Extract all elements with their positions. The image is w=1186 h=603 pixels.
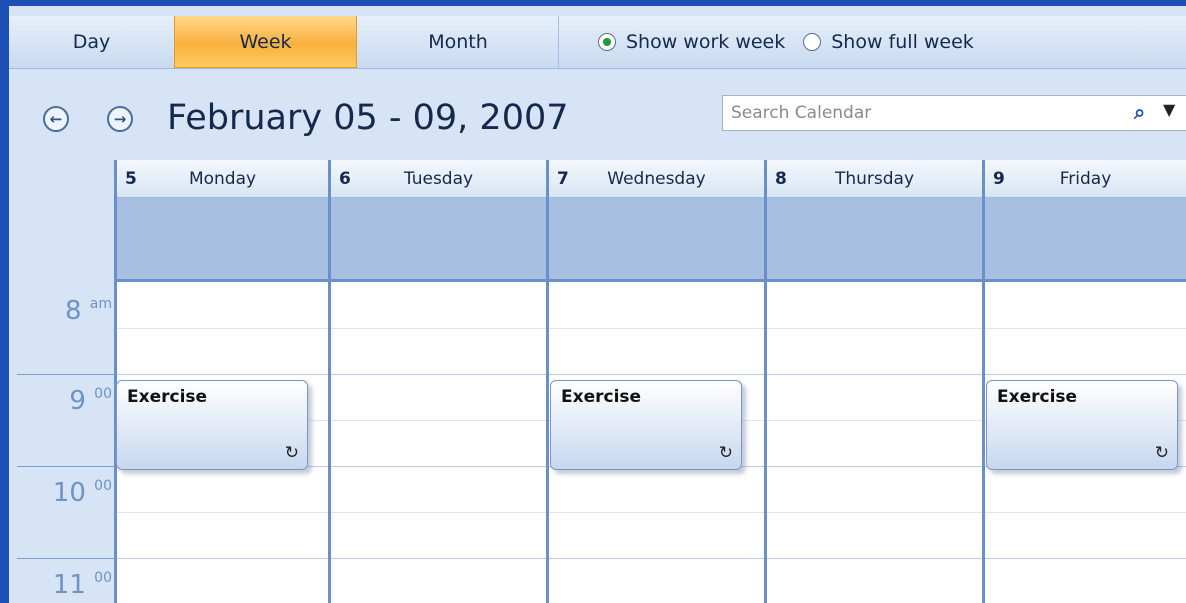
show-work-week-option[interactable]: Show work week: [598, 31, 785, 53]
appointment-subject: Exercise: [561, 387, 642, 407]
chevron-down-icon[interactable]: ▼: [1163, 100, 1175, 119]
show-full-week-label: Show full week: [831, 31, 974, 53]
radio-unselected-icon[interactable]: [803, 33, 822, 51]
appointment-subject: Exercise: [127, 387, 208, 407]
recurring-icon: ↻: [284, 443, 299, 463]
tab-week[interactable]: Week: [174, 16, 357, 68]
day-column-thursday[interactable]: [767, 282, 982, 603]
time-label-11: 11 00: [52, 570, 112, 600]
appointment-exercise-friday[interactable]: Exercise ↻: [986, 380, 1178, 470]
tab-month[interactable]: Month: [358, 16, 559, 68]
date-range-title: February 05 - 09, 2007: [167, 98, 569, 138]
week-grid: 5 Monday 6 Tuesday 7 Wednesday 8 Thursda…: [9, 160, 1186, 603]
arrow-left-icon[interactable]: ←: [43, 106, 69, 132]
show-full-week-option[interactable]: Show full week: [803, 31, 974, 53]
day-header-wednesday[interactable]: 7 Wednesday: [549, 160, 764, 198]
recurring-icon: ↻: [1154, 443, 1169, 463]
time-rule: [17, 374, 115, 375]
hour-line: [115, 374, 1186, 375]
day-header-friday[interactable]: 9 Friday: [985, 160, 1186, 198]
view-toolbar: Day Week Month Show work week Show full …: [9, 16, 1186, 69]
hour-line: [115, 558, 1186, 559]
half-hour-line: [115, 328, 1186, 329]
day-header-monday[interactable]: 5 Monday: [117, 160, 328, 198]
show-work-week-label: Show work week: [626, 31, 786, 53]
day-name: Monday: [188, 169, 257, 189]
day-name: Thursday: [834, 169, 915, 189]
appointment-exercise-monday[interactable]: Exercise ↻: [116, 380, 308, 470]
appointment-exercise-wednesday[interactable]: Exercise ↻: [550, 380, 742, 470]
column-divider: [982, 160, 985, 603]
column-divider: [764, 160, 767, 603]
search-input[interactable]: [723, 96, 1119, 130]
day-column-tuesday[interactable]: [331, 282, 546, 603]
calendar-frame: Day Week Month Show work week Show full …: [9, 6, 1186, 603]
column-divider: [546, 160, 549, 603]
search-box[interactable]: ⌕ ▼: [722, 95, 1186, 131]
day-name: Wednesday: [607, 169, 706, 189]
day-name: Friday: [1059, 169, 1112, 189]
day-header-tuesday[interactable]: 6 Tuesday: [331, 160, 546, 198]
radio-selected-icon[interactable]: [598, 33, 616, 51]
search-icon[interactable]: ⌕: [1134, 100, 1145, 124]
time-label-10: 10 00: [52, 478, 112, 508]
arrow-right-icon[interactable]: →: [107, 106, 133, 132]
all-day-area[interactable]: [117, 198, 1186, 282]
time-label-9: 9 00: [69, 386, 112, 416]
column-divider: [328, 160, 331, 603]
day-header-thursday[interactable]: 8 Thursday: [767, 160, 982, 198]
week-options: Show work week Show full week: [598, 16, 974, 68]
recurring-icon: ↻: [718, 443, 733, 463]
half-hour-line: [115, 512, 1186, 513]
time-rule: [17, 558, 115, 559]
time-label-8am: 8 am: [64, 296, 112, 326]
appointment-subject: Exercise: [997, 387, 1078, 407]
day-name: Tuesday: [403, 169, 474, 189]
time-rule: [17, 466, 115, 467]
tab-day[interactable]: Day: [9, 16, 175, 68]
